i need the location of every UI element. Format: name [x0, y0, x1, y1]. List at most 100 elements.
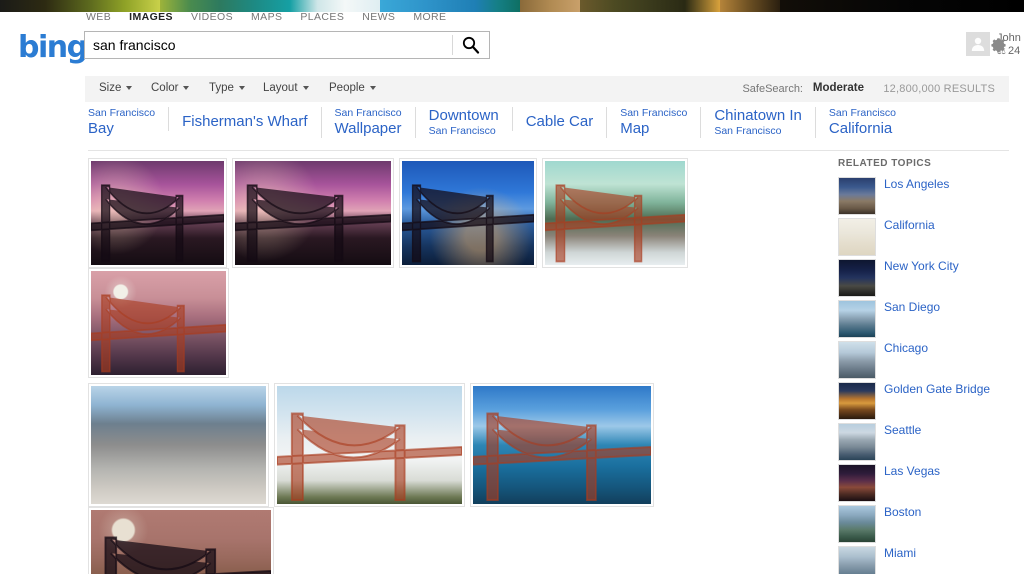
related-topic-thumbnail — [838, 423, 876, 461]
search-icon — [462, 36, 480, 54]
image-results-row — [88, 158, 828, 378]
related-search-term: Wallpaper — [334, 120, 402, 137]
image-result-tile[interactable] — [88, 507, 274, 574]
image-result-tile[interactable] — [399, 158, 537, 268]
filter-type[interactable]: Type — [209, 82, 245, 94]
related-search-prefix: San Francisco — [88, 107, 156, 119]
safesearch-value-label: Moderate — [812, 82, 864, 94]
related-topic-item[interactable]: San Diego — [838, 300, 1024, 341]
related-topic-label: Las Vegas — [884, 464, 941, 478]
filter-people[interactable]: People — [329, 82, 376, 94]
scope-more[interactable]: MORE — [413, 11, 446, 23]
safesearch-dropdown[interactable]: Moderate — [813, 82, 864, 94]
bing-logo[interactable]: bing® — [18, 30, 96, 65]
image-result-tile[interactable] — [88, 268, 229, 378]
related-search-item[interactable]: San Francisco Wallpaper — [320, 107, 415, 138]
chevron-down-icon — [238, 85, 245, 90]
related-topic-item[interactable]: Los Angeles — [838, 177, 1024, 218]
filter-color[interactable]: Color — [151, 82, 190, 94]
search-box[interactable] — [84, 31, 490, 59]
related-search-suffix: San Francisco — [714, 125, 782, 137]
image-result-tile[interactable] — [470, 383, 654, 507]
scope-videos[interactable]: VIDEOS — [191, 11, 233, 23]
related-search-prefix: San Francisco — [334, 107, 402, 119]
related-topic-thumbnail — [838, 341, 876, 379]
related-search-item[interactable]: San Francisco Bay — [88, 107, 168, 138]
result-thumbnail — [91, 510, 271, 574]
bridge-silhouette — [235, 184, 391, 263]
related-search-term: Fisherman's Wharf — [182, 113, 308, 130]
related-topic-label: Los Angeles — [884, 177, 950, 191]
result-thumbnail — [277, 386, 462, 504]
image-result-tile[interactable] — [232, 158, 394, 268]
result-thumbnail — [402, 161, 534, 265]
bridge-silhouette — [104, 536, 271, 574]
filter-label: Color — [151, 82, 179, 94]
filter-layout[interactable]: Layout — [263, 82, 309, 94]
related-topic-item[interactable]: Chicago — [838, 341, 1024, 382]
related-topic-label: Chicago — [884, 341, 929, 355]
related-search-term: Bay — [88, 120, 114, 137]
image-result-tile[interactable] — [542, 158, 688, 268]
scope-images[interactable]: IMAGES — [129, 11, 173, 23]
related-topic-item[interactable]: Seattle — [838, 423, 1024, 464]
related-search-term: Chinatown In — [714, 107, 802, 124]
related-topic-item[interactable]: Boston — [838, 505, 1024, 546]
related-search-item[interactable]: San Francisco Map — [606, 107, 700, 138]
safesearch-label: SafeSearch: — [742, 83, 803, 95]
related-topic-thumbnail — [838, 177, 876, 215]
related-topic-thumbnail — [838, 546, 876, 574]
search-button[interactable] — [453, 32, 489, 58]
filter-toolbar: SafeSearch: Moderate 12,800,000 RESULTS … — [85, 76, 1009, 102]
related-search-prefix: San Francisco — [620, 107, 688, 119]
settings-button[interactable] — [988, 36, 1008, 56]
result-thumbnail — [91, 271, 226, 375]
scope-places[interactable]: PLACES — [300, 11, 344, 23]
related-search-term: California — [828, 120, 893, 137]
image-result-tile[interactable] — [88, 158, 227, 268]
bing-logo-text: bing — [18, 30, 88, 65]
image-result-tile[interactable] — [88, 383, 269, 507]
related-search-item[interactable]: Cable Car — [511, 107, 607, 131]
related-topics-list: Los Angeles California New York City San Di… — [838, 177, 1024, 574]
gear-icon — [991, 38, 1006, 53]
chevron-down-icon — [369, 85, 376, 90]
image-result-tile[interactable] — [274, 383, 465, 507]
related-search-item[interactable]: Fisherman's Wharf — [168, 107, 320, 131]
related-topic-thumbnail — [838, 505, 876, 543]
bridge-silhouette — [277, 412, 462, 502]
scope-maps[interactable]: MAPS — [251, 11, 282, 23]
bridge-silhouette — [91, 294, 226, 373]
search-input[interactable] — [85, 32, 445, 58]
scope-news[interactable]: NEWS — [362, 11, 395, 23]
related-topic-label: San Diego — [884, 300, 941, 314]
related-search-term: Downtown — [428, 107, 499, 124]
related-search-prefix: San Francisco — [828, 107, 897, 119]
user-points-value: 24 — [1007, 45, 1021, 57]
related-topic-item[interactable]: Golden Gate Bridge — [838, 382, 1024, 423]
related-search-term: Map — [620, 120, 650, 137]
result-thumbnail — [91, 386, 266, 504]
related-search-item[interactable]: San Francisco California — [814, 107, 909, 138]
related-topic-item[interactable]: Miami — [838, 546, 1024, 574]
chevron-down-icon — [183, 85, 190, 90]
related-search-item[interactable]: Chinatown In San Francisco — [700, 107, 815, 138]
related-topic-item[interactable]: California — [838, 218, 1024, 259]
filter-size[interactable]: Size — [99, 82, 133, 94]
avatar[interactable] — [966, 32, 990, 56]
related-topic-label: Boston — [884, 505, 922, 519]
scope-web[interactable]: WEB — [86, 11, 111, 23]
content-divider — [88, 150, 1009, 151]
bridge-silhouette — [473, 412, 651, 502]
results-count: 12,800,000 RESULTS — [883, 83, 995, 95]
related-search-suffix: San Francisco — [428, 125, 496, 137]
related-topic-item[interactable]: Las Vegas — [838, 464, 1024, 505]
related-topic-thumbnail — [838, 300, 876, 338]
related-topic-item[interactable]: New York City — [838, 259, 1024, 300]
related-searches: San Francisco Bay Fisherman's Wharf San Fra… — [88, 107, 909, 147]
related-topic-label: New York City — [884, 259, 959, 273]
related-topics-sidebar: RELATED TOPICS Los Angeles California New … — [838, 158, 1024, 574]
chevron-down-icon — [302, 85, 309, 90]
filter-label: Size — [99, 82, 122, 94]
related-search-item[interactable]: Downtown San Francisco — [414, 107, 512, 138]
